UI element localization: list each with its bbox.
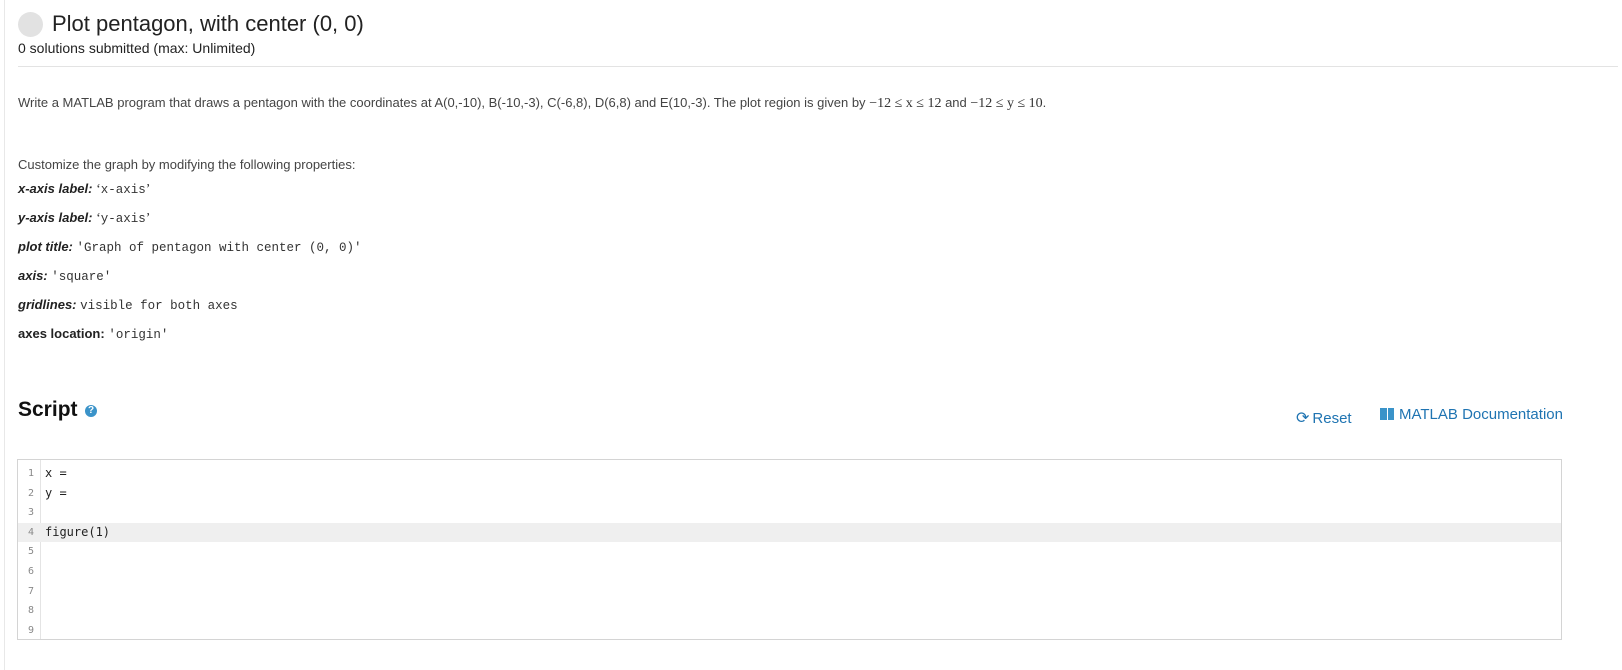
line-number: 7 <box>27 585 34 597</box>
divider <box>18 66 1618 67</box>
code-line[interactable]: 3 <box>18 503 1561 523</box>
property-gridlines: gridlines: visible for both axes <box>18 297 238 313</box>
matlab-documentation-link[interactable]: MATLAB Documentation <box>1380 406 1563 423</box>
submission-count: 0 solutions submitted (max: Unlimited) <box>18 40 256 56</box>
code-line[interactable]: 2 y = <box>18 484 1561 504</box>
description-end: . <box>1042 95 1047 110</box>
property-axes-location: axes location: 'origin' <box>18 326 168 342</box>
refresh-icon: ⟳ <box>1296 410 1310 427</box>
code-line[interactable]: 5 <box>18 542 1561 562</box>
documentation-label: MATLAB Documentation <box>1399 406 1563 423</box>
code-line[interactable]: 8 <box>18 601 1561 621</box>
y-range: −12 ≤ y ≤ 10 <box>970 96 1043 111</box>
line-number: 6 <box>27 566 34 577</box>
code-line[interactable]: 9 <box>18 621 1561 639</box>
property-value: 'square' <box>51 270 112 284</box>
property-value: 'Graph of pentagon with center (0, 0)' <box>76 241 362 255</box>
line-number: 3 <box>27 507 34 519</box>
code-text[interactable]: x = <box>45 464 67 484</box>
script-heading: Script <box>18 398 78 421</box>
line-number: 5 <box>27 546 34 558</box>
code-text[interactable]: y = <box>45 484 67 504</box>
property-xlabel: x-axis label: ‘x-axis’ <box>18 181 150 198</box>
property-label: y-axis label: <box>18 210 93 225</box>
property-label: plot title: <box>18 239 73 254</box>
description-and: and <box>945 95 967 110</box>
code-editor[interactable]: 1 x = 2 y = 3 4 figure(1) 5 6 7 8 9 <box>17 459 1562 640</box>
property-label: axes location: <box>18 326 105 341</box>
help-icon[interactable]: ? <box>85 405 97 417</box>
code-line[interactable]: 6 <box>18 562 1561 582</box>
property-title: plot title: 'Graph of pentagon with cent… <box>18 239 362 255</box>
line-number: 1 <box>27 468 34 479</box>
description-intro: Write a MATLAB program that draws a pent… <box>18 95 866 110</box>
code-line[interactable]: 7 <box>18 582 1561 602</box>
customize-intro: Customize the graph by modifying the fol… <box>18 157 356 172</box>
property-label: axis: <box>18 268 48 283</box>
code-line-active[interactable]: 4 figure(1) <box>18 522 1561 543</box>
book-icon <box>1380 408 1394 420</box>
line-number: 8 <box>27 605 34 617</box>
problem-title: Plot pentagon, with center (0, 0) <box>52 11 364 36</box>
code-text[interactable]: figure(1) <box>45 523 110 543</box>
property-axis: axis: 'square' <box>18 268 111 284</box>
line-number: 4 <box>27 526 34 538</box>
x-range: −12 ≤ x ≤ 12 <box>869 96 942 111</box>
line-number: 9 <box>27 624 34 636</box>
property-value: ‘y-axis’ <box>96 211 151 226</box>
code-line[interactable]: 1 x = <box>18 464 1561 484</box>
property-label: gridlines: <box>18 297 77 312</box>
reset-button[interactable]: ⟳ Reset <box>1296 408 1352 428</box>
property-label: x-axis label: <box>18 181 93 196</box>
property-value: ‘x-axis’ <box>96 182 151 197</box>
problem-description: Write a MATLAB program that draws a pent… <box>18 95 1046 112</box>
property-value: visible for both axes <box>80 299 238 313</box>
status-indicator <box>18 12 43 37</box>
property-value: 'origin' <box>108 328 169 342</box>
reset-label: Reset <box>1312 410 1352 427</box>
left-border <box>4 0 5 670</box>
line-number: 2 <box>27 487 34 499</box>
property-ylabel: y-axis label: ‘y-axis’ <box>18 210 150 227</box>
